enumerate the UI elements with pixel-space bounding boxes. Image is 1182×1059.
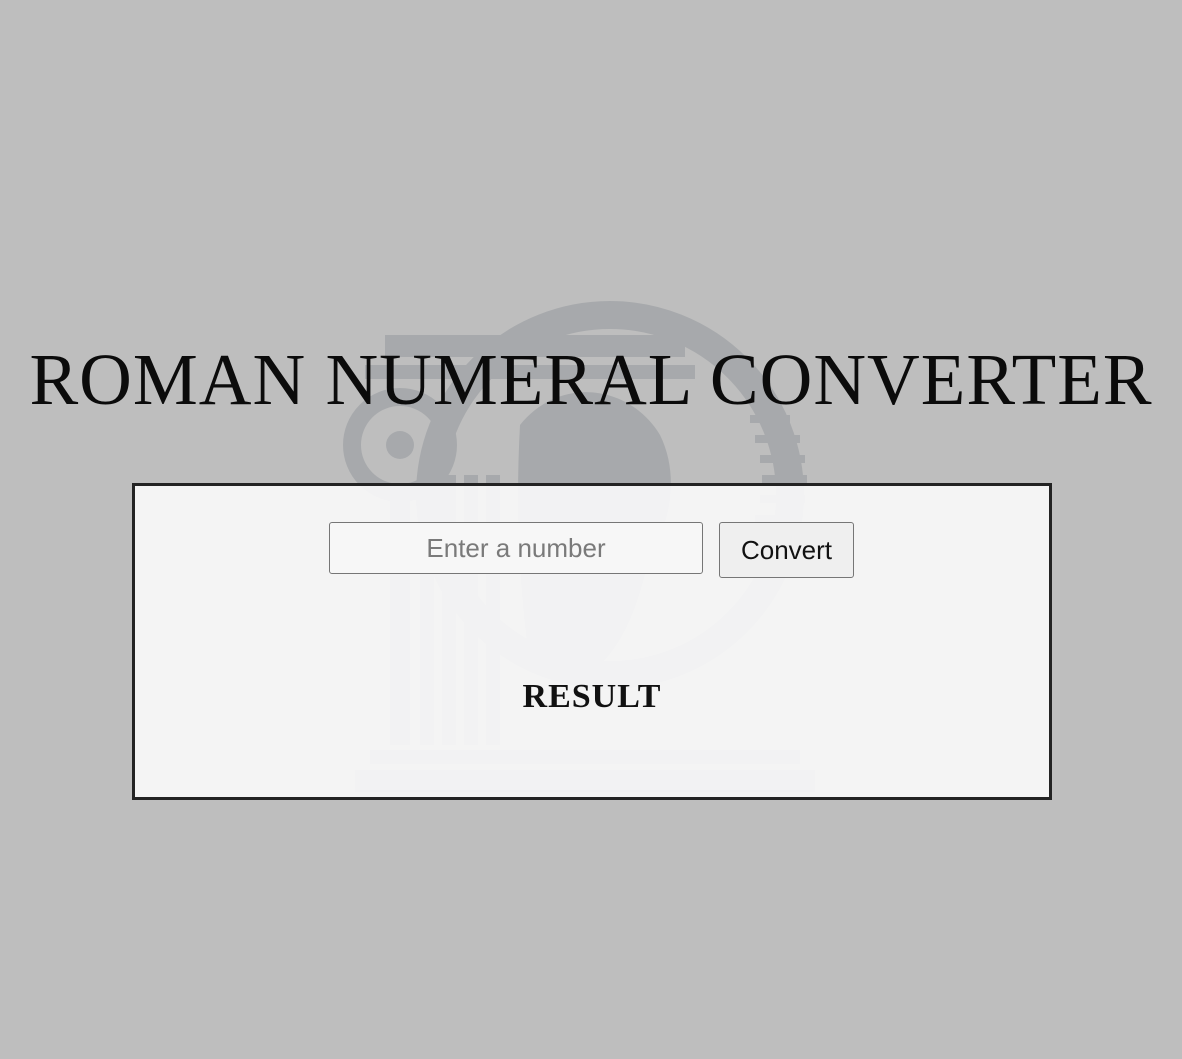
app-page: ROMAN NUMERAL CONVERTER Convert RESULT: [0, 0, 1182, 1059]
number-input[interactable]: [329, 522, 703, 574]
page-title: ROMAN NUMERAL CONVERTER: [29, 339, 1153, 420]
result-display: RESULT: [522, 678, 662, 715]
converter-panel: Convert RESULT: [132, 483, 1052, 800]
convert-button[interactable]: Convert: [719, 522, 854, 578]
